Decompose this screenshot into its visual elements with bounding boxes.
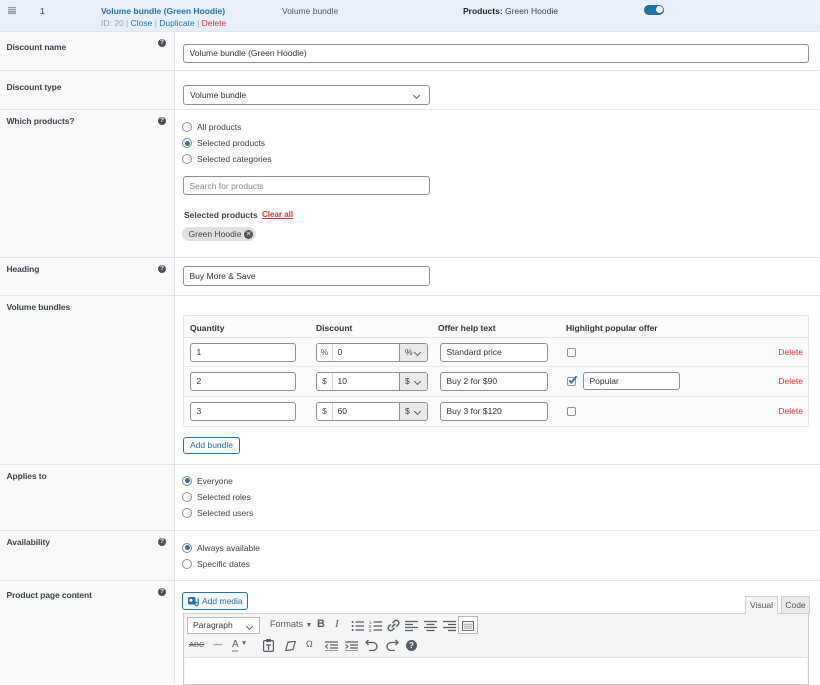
svg-text:3: 3 — [369, 628, 372, 632]
